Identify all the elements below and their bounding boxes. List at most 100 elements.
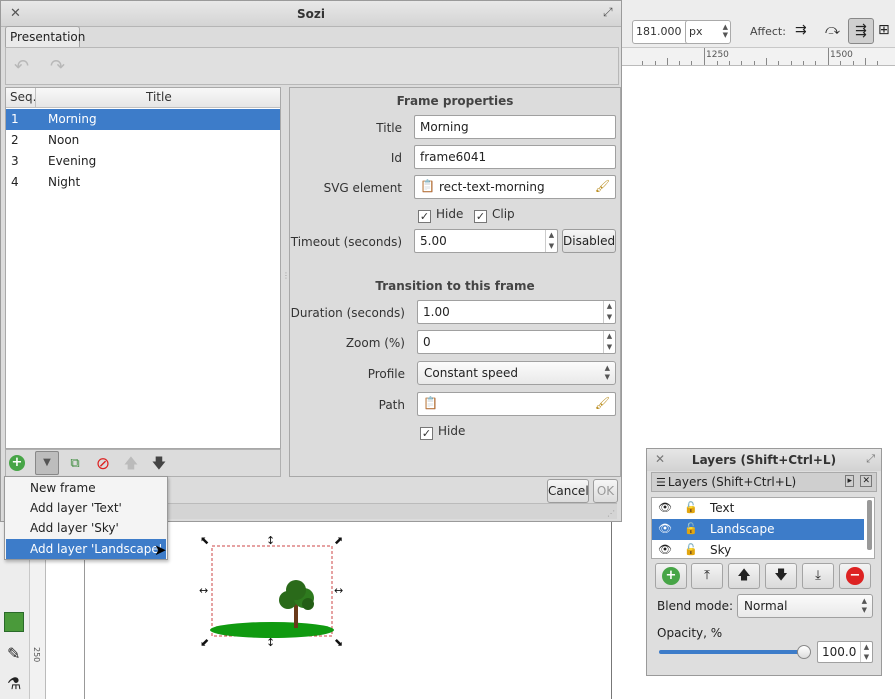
transition-heading: Transition to this frame bbox=[375, 279, 535, 293]
opacity-slider[interactable] bbox=[659, 645, 811, 659]
menu-item-add-layer-sky[interactable]: Add layer 'Sky' bbox=[6, 518, 166, 538]
frame-title: Noon bbox=[48, 133, 80, 147]
layers-titlebar[interactable]: ✕ Layers (Shift+Ctrl+L) ⤢ bbox=[647, 449, 881, 471]
frame-row[interactable]: 3 Evening bbox=[6, 151, 280, 172]
undo-redo-toolbar: ↶ ↷ bbox=[5, 47, 619, 85]
scale-stroke-icon[interactable]: ⇉ bbox=[795, 22, 807, 38]
path-hide-checkbox[interactable]: ✓ Hide bbox=[420, 424, 465, 440]
inkscape-toolbar: 181.000 ▲▼ px ▲▼ Affect: ⇉ ⤼ ⇶ ⊞ bbox=[620, 0, 895, 48]
select-arrows-icon: ▲ ▼ bbox=[861, 597, 867, 614]
scale-corners-icon[interactable]: ⤼ bbox=[825, 22, 840, 38]
duplicate-frame-icon[interactable]: ⧉ bbox=[64, 453, 86, 475]
id-field[interactable]: frame6041 bbox=[414, 145, 616, 169]
layers-title: Layers (Shift+Ctrl+L) bbox=[691, 453, 837, 467]
layer-row[interactable]: 👁 🔓 Landscape bbox=[652, 519, 864, 540]
resize-grip[interactable]: ⋰ bbox=[607, 509, 615, 518]
layers-tab[interactable]: ☰ Layers (Shift+Ctrl+L) ▸ ✕ bbox=[651, 472, 877, 492]
title-field[interactable]: Morning bbox=[414, 115, 616, 139]
blend-mode-select[interactable]: Normal ▲ ▼ bbox=[737, 594, 873, 618]
lock-icon[interactable]: 🔓 bbox=[684, 501, 698, 514]
frame-list: Seq. Title 1 Morning 2 Noon 3 Evening 4 … bbox=[5, 87, 281, 449]
move-up-icon[interactable]: 🡅 bbox=[120, 453, 142, 475]
chevron-down-icon[interactable]: ▼ bbox=[35, 451, 59, 475]
header-title[interactable]: Title bbox=[146, 90, 172, 104]
header-seq[interactable]: Seq. bbox=[10, 90, 36, 104]
opacity-label: Opacity, % bbox=[657, 626, 723, 640]
layer-row[interactable]: 👁 🔓 Text bbox=[652, 498, 864, 519]
svg-element-label: SVG element bbox=[323, 181, 402, 195]
redo-icon[interactable]: ↷ bbox=[50, 56, 65, 77]
spray-icon[interactable]: ⚗ bbox=[7, 674, 21, 693]
path-field[interactable]: 📋 🖌 bbox=[417, 392, 616, 416]
menu-item-new-frame[interactable]: New frame bbox=[6, 478, 166, 498]
ruler-label-1500: 1500 bbox=[830, 50, 853, 60]
move-down-icon[interactable]: 🡇 bbox=[148, 453, 170, 475]
profile-select[interactable]: Constant speed ▲ ▼ bbox=[417, 361, 616, 385]
maximize-icon[interactable]: ⤢ bbox=[866, 452, 875, 466]
maximize-icon[interactable]: ⤢ bbox=[603, 5, 613, 20]
opacity-spinbox[interactable]: 100.0 ▲ ▼ bbox=[817, 641, 873, 663]
menu-item-add-layer-text[interactable]: Add layer 'Text' bbox=[6, 498, 166, 518]
zoom-field[interactable]: 0 ▲ ▼ bbox=[417, 330, 616, 354]
timeout-value: 5.00 bbox=[420, 234, 447, 248]
clip-label: Clip bbox=[492, 207, 515, 221]
affect-label: Affect: bbox=[750, 25, 786, 38]
raise-to-top-icon: ⤒ bbox=[704, 568, 710, 583]
brush-icon[interactable]: 🖌 bbox=[595, 396, 610, 410]
profile-label: Profile bbox=[367, 367, 405, 381]
duration-field[interactable]: 1.00 ▲ ▼ bbox=[417, 300, 616, 324]
add-frame-icon[interactable]: + bbox=[9, 455, 25, 471]
menu-item-add-layer-landscape[interactable]: Add layer 'Landscape' bbox=[6, 539, 166, 559]
cancel-button[interactable]: Cancel bbox=[547, 479, 589, 503]
eye-icon[interactable]: 👁 bbox=[658, 522, 672, 535]
eye-icon[interactable]: 👁 bbox=[658, 501, 672, 514]
width-value: 181.000 bbox=[636, 25, 682, 38]
frame-seq: 3 bbox=[11, 154, 19, 168]
undo-icon[interactable]: ↶ bbox=[14, 56, 29, 77]
delete-icon[interactable]: ⊘ bbox=[92, 453, 114, 475]
add-layer-button[interactable]: + bbox=[655, 563, 687, 589]
ruler-left-label: 250 bbox=[32, 647, 41, 663]
gradient-tool-icon[interactable] bbox=[4, 612, 24, 632]
opacity-value: 100.0 bbox=[822, 645, 857, 659]
frame-row[interactable]: 2 Noon bbox=[6, 130, 280, 151]
move-patterns-icon[interactable]: ⊞ bbox=[878, 22, 890, 38]
dropper-icon[interactable]: ✎ bbox=[7, 644, 20, 663]
hide-checkbox[interactable]: ✓ Hide bbox=[418, 207, 463, 223]
sozi-titlebar[interactable]: ✕ Sozi ⤢ bbox=[1, 1, 621, 27]
raise-to-top-button[interactable]: ⤒ bbox=[691, 563, 723, 589]
tab-presentation[interactable]: Presentation bbox=[5, 26, 85, 48]
page-right-border bbox=[611, 522, 612, 699]
remove-icon: − bbox=[846, 566, 864, 585]
lock-icon[interactable]: 🔓 bbox=[684, 522, 698, 535]
svg-text:⬊: ⬊ bbox=[334, 636, 343, 649]
timeout-field[interactable]: 5.00 ▲ ▼ bbox=[414, 229, 558, 253]
raise-layer-button[interactable]: 🡅 bbox=[728, 563, 760, 589]
layer-row[interactable]: 👁 🔓 Sky bbox=[652, 540, 864, 558]
move-gradients-icon[interactable]: ⇶ bbox=[848, 18, 874, 44]
opacity-slider-handle[interactable] bbox=[797, 645, 811, 659]
lower-layer-button[interactable]: 🡇 bbox=[765, 563, 797, 589]
frame-row[interactable]: 1 Morning bbox=[6, 109, 280, 130]
delete-layer-button[interactable]: − bbox=[839, 563, 871, 589]
close-icon[interactable]: ✕ bbox=[655, 452, 665, 466]
landscape-drawing[interactable]: ⬉ ↕ ⬈ ↔ ↔ ⬋ ↕ ⬊ bbox=[196, 530, 352, 652]
frame-properties-panel: Frame properties Title Morning Id frame6… bbox=[289, 87, 621, 477]
frame-title: Evening bbox=[48, 154, 97, 168]
arrow-down-icon: 🡇 bbox=[774, 568, 788, 583]
disabled-button[interactable]: Disabled bbox=[562, 229, 616, 253]
tab-menu-icon[interactable]: ▸ bbox=[845, 475, 854, 487]
blend-mode-label: Blend mode: bbox=[657, 599, 734, 613]
layer-name: Landscape bbox=[710, 522, 775, 536]
lock-icon[interactable]: 🔓 bbox=[684, 543, 698, 556]
tab-close-icon[interactable]: ✕ bbox=[860, 475, 872, 487]
layer-scrollbar[interactable] bbox=[867, 500, 872, 550]
eye-icon[interactable]: 👁 bbox=[658, 543, 672, 556]
clip-checkbox[interactable]: ✓ Clip bbox=[474, 207, 515, 223]
frame-row[interactable]: 4 Night bbox=[6, 172, 280, 193]
ok-button[interactable]: OK bbox=[593, 479, 618, 503]
brush-icon[interactable]: 🖌 bbox=[595, 179, 610, 193]
lower-to-bottom-button[interactable]: ⤓ bbox=[802, 563, 834, 589]
unit-select[interactable]: px ▲ ▼ bbox=[685, 20, 731, 44]
svg-element-field[interactable]: 📋 rect-text-morning 🖌 bbox=[414, 175, 616, 199]
